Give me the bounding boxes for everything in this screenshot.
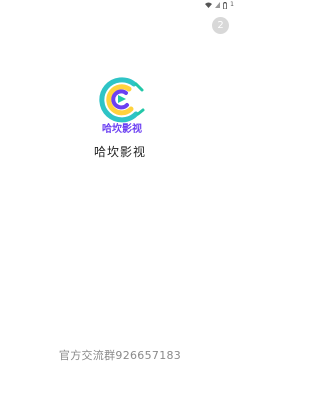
logo-wordmark: 哈坎影视	[102, 124, 142, 135]
wifi-icon	[205, 2, 213, 8]
battery-icon	[223, 1, 228, 9]
app-name: 哈坎影视	[93, 145, 146, 159]
status-bar: 1	[0, 0, 240, 10]
skip-countdown-button[interactable]: 2	[212, 17, 229, 34]
app-logo: 哈坎影视	[96, 74, 148, 135]
official-group-text: 官方交流群926657183	[58, 349, 182, 362]
battery-text: 1	[230, 1, 234, 8]
signal-icon	[215, 2, 221, 8]
status-icons: 1	[205, 1, 234, 9]
